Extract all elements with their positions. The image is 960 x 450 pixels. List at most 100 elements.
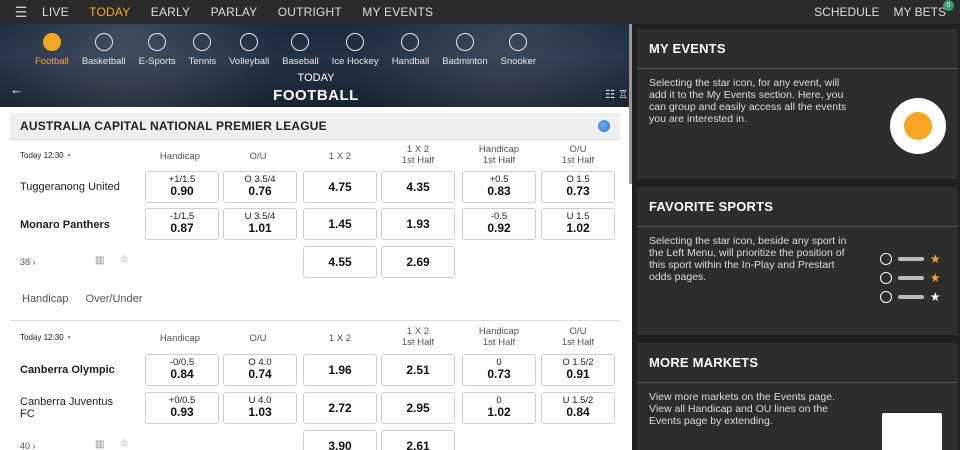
sport-handball[interactable]: Handball [391, 33, 430, 67]
sport-basketball[interactable]: Basketball [82, 33, 126, 67]
odds-1x2-half-away[interactable]: 1.93 [381, 208, 455, 240]
sport-label: Snooker [500, 56, 536, 67]
odds-ou-over[interactable]: O 4.0 0.74 [223, 354, 297, 386]
odds-value: 0.91 [566, 367, 590, 382]
odds-value: 1.02 [487, 405, 511, 420]
sport-label: Handball [391, 56, 430, 67]
odds-1x2-away[interactable]: 2.72 [303, 392, 377, 424]
odds-value: 1.01 [248, 221, 272, 236]
away-team-name[interactable]: Monaro Panthers [20, 219, 110, 231]
odds-handicap-half-home[interactable]: +0.5 0.83 [462, 171, 536, 203]
sport-label: Badminton [442, 56, 488, 67]
nav-my-events[interactable]: MY EVENTS [362, 5, 433, 19]
odds-1x2-draw[interactable]: 4.55 [303, 246, 377, 278]
odds-value: 0.76 [248, 184, 272, 199]
schedule-link[interactable]: SCHEDULE [814, 5, 879, 19]
odds-handicap-half-away[interactable]: 0 1.02 [462, 392, 536, 424]
odds-1x2-half-home[interactable]: 4.35 [381, 171, 455, 203]
more-markets-card: MORE MARKETS View more markets on the Ev… [637, 343, 958, 450]
sport-baseball[interactable]: Baseball [282, 33, 319, 67]
odds-1x2-away[interactable]: 1.45 [303, 208, 377, 240]
nav-live[interactable]: LIVE [42, 5, 69, 19]
odds-1x2-half-draw[interactable]: 2.61 [381, 430, 455, 450]
football-icon [880, 291, 892, 303]
odds-value: 2.72 [328, 401, 352, 415]
league-header[interactable]: AUSTRALIA CAPITAL NATIONAL PREMIER LEAGU… [10, 113, 620, 140]
nav-early[interactable]: EARLY [151, 5, 190, 19]
odds-ou-half-under[interactable]: U 1.5 1.02 [541, 208, 615, 240]
odds-value: 2.51 [406, 363, 430, 377]
sport-volleyball[interactable]: Volleyball [229, 33, 269, 67]
odds-ou-half-over[interactable]: O 1.5/2 0.91 [541, 354, 615, 386]
odds-value: 0.74 [248, 367, 272, 382]
sport-esports[interactable]: E-Sports [139, 33, 176, 67]
odds-handicap-away[interactable]: +0/0.5 0.93 [145, 392, 219, 424]
odds-ou-under[interactable]: U 4.0 1.03 [223, 392, 297, 424]
header-1x2: 1 X 2 [328, 151, 352, 162]
sport-football[interactable]: Football [35, 33, 69, 67]
header-ou: O/U [249, 151, 267, 162]
sport-label: Football [35, 56, 69, 67]
stats-icon[interactable]: ▥ [95, 439, 104, 450]
stats-icon[interactable]: ▥ [95, 255, 104, 266]
home-team-name[interactable]: Tuggeranong United [20, 181, 120, 193]
nav-today[interactable]: TODAY [89, 5, 130, 19]
market-tabs: Handicap Over/Under [22, 293, 156, 305]
odds-1x2-half-home[interactable]: 2.51 [381, 354, 455, 386]
sport-tennis[interactable]: Tennis [189, 33, 216, 67]
odds-handicap-home[interactable]: -0/0.5 0.84 [145, 354, 219, 386]
star-icon [904, 112, 932, 140]
sport-label: Volleyball [229, 56, 270, 67]
odds-value: 0.83 [487, 184, 511, 199]
odds-1x2-draw[interactable]: 3.90 [303, 430, 377, 450]
favorite-star-icon[interactable]: ☆ [120, 438, 129, 449]
odds-value: 1.02 [566, 221, 590, 236]
odds-value: 0.84 [170, 367, 194, 382]
basketball-icon [880, 272, 892, 284]
baseball-icon [291, 33, 310, 51]
odds-1x2-home[interactable]: 1.96 [303, 354, 377, 386]
away-team-name[interactable]: Canberra Juventus FC [20, 396, 130, 420]
hamburger-menu-icon[interactable]: ☰ [0, 4, 42, 21]
globe-icon [598, 120, 610, 132]
favorite-star-icon[interactable]: ☆ [120, 254, 129, 265]
odds-handicap-home[interactable]: +1/1.5 0.90 [145, 171, 219, 203]
help-side-panel: ✕ MY EVENTS Selecting the star icon, for… [632, 24, 960, 450]
odds-value: 4.75 [328, 180, 352, 194]
star-icon [930, 254, 940, 264]
my-bets-link[interactable]: MY BETS 0 [894, 0, 954, 19]
sport-label: Ice Hockey [331, 56, 379, 67]
sport-ice-hockey[interactable]: Ice Hockey [332, 33, 379, 67]
filter-settings-icon[interactable]: ☷ ♖ [605, 88, 628, 101]
odds-handicap-half-away[interactable]: -0.5 0.92 [462, 208, 536, 240]
more-markets-count[interactable]: 38 › [20, 257, 36, 267]
odds-handicap-away[interactable]: -1/1.5 0.87 [145, 208, 219, 240]
odds-ou-under[interactable]: U 3.5/4 1.01 [223, 208, 297, 240]
card-title: MORE MARKETS [637, 343, 958, 383]
nav-parlay[interactable]: PARLAY [211, 5, 258, 19]
nav-outright[interactable]: OUTRIGHT [278, 5, 342, 19]
odds-1x2-half-away[interactable]: 2.95 [381, 392, 455, 424]
header-ou: O/U [249, 333, 267, 344]
sport-snooker[interactable]: Snooker [501, 33, 536, 67]
more-markets-count[interactable]: 40 › [20, 441, 36, 450]
odds-value: 0.92 [487, 221, 511, 236]
tab-handicap[interactable]: Handicap [22, 293, 68, 305]
star-icon [930, 273, 940, 283]
odds-value: 3.90 [328, 439, 352, 450]
volleyball-icon [240, 33, 259, 51]
home-team-name[interactable]: Canberra Olympic [20, 364, 115, 376]
odds-ou-half-over[interactable]: O 1.5 0.73 [541, 171, 615, 203]
odds-ou-over[interactable]: O 3.5/4 0.76 [223, 171, 297, 203]
header-handicap-half: Handicap 1st Half [478, 144, 520, 166]
badminton-icon [455, 33, 474, 51]
odds-handicap-half-home[interactable]: 0 0.73 [462, 354, 536, 386]
odds-1x2-home[interactable]: 4.75 [303, 171, 377, 203]
sport-badminton[interactable]: Badminton [442, 33, 488, 67]
odds-ou-half-under[interactable]: U 1.5/2 0.84 [541, 392, 615, 424]
basketball-icon [94, 33, 113, 51]
football-icon [42, 33, 61, 51]
odds-value: 1.03 [248, 405, 272, 420]
odds-1x2-half-draw[interactable]: 2.69 [381, 246, 455, 278]
tab-over-under[interactable]: Over/Under [86, 293, 143, 305]
